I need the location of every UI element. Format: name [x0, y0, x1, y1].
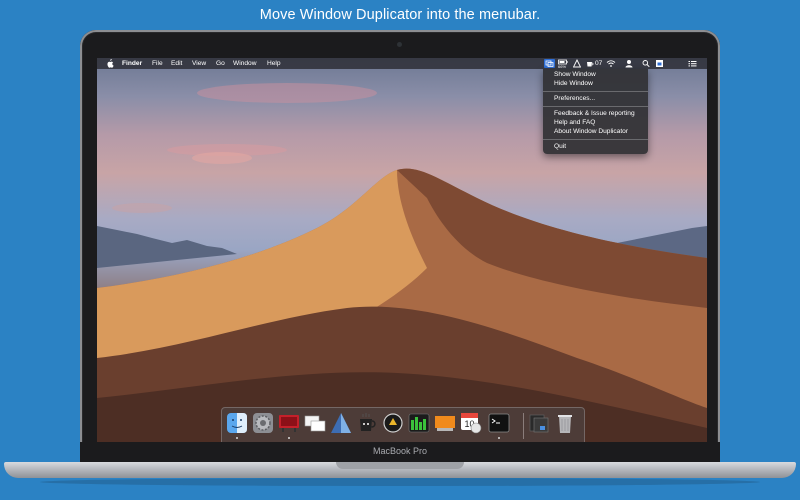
- running-indicator: [498, 437, 500, 439]
- menu-finder[interactable]: Finder: [122, 58, 142, 69]
- wifi-icon[interactable]: [606, 59, 616, 68]
- windows-icon[interactable]: [304, 412, 326, 434]
- menu-go[interactable]: Go: [216, 58, 225, 69]
- system-preferences-icon[interactable]: [252, 412, 274, 434]
- running-indicator: [236, 437, 238, 439]
- desktop-screen: Finder File Edit View Go Window Help 66%…: [97, 58, 707, 442]
- menu-file[interactable]: File: [152, 58, 163, 69]
- arrow-circle-icon[interactable]: [382, 412, 404, 434]
- orange-app-icon[interactable]: [434, 412, 456, 434]
- menu-item-show-window[interactable]: Show Window: [554, 70, 596, 79]
- coffee-icon[interactable]: [356, 412, 378, 434]
- menu-item-hide-window[interactable]: Hide Window: [554, 79, 593, 88]
- menubar: Finder File Edit View Go Window Help 66%…: [97, 58, 707, 69]
- menu-separator: [543, 91, 648, 92]
- window-duplicator-menubar-icon[interactable]: [544, 59, 555, 68]
- laptop-shadow: [40, 478, 760, 486]
- user-icon[interactable]: [625, 59, 633, 68]
- delta-menubar-icon[interactable]: [573, 59, 581, 68]
- search-icon[interactable]: [642, 59, 650, 68]
- window-duplicator-dropdown: Show Window Hide Window Preferences... F…: [543, 69, 648, 154]
- delta-icon[interactable]: [330, 412, 352, 434]
- laptop-base-notch: [336, 462, 464, 469]
- device-label: MacBook Pro: [372, 446, 428, 456]
- running-indicator: [288, 437, 290, 439]
- camera: [397, 42, 402, 47]
- terminal-icon[interactable]: [488, 412, 510, 434]
- menu-window[interactable]: Window: [233, 58, 256, 69]
- coffee-cup-icon[interactable]: [586, 59, 594, 68]
- notification-center-icon[interactable]: [688, 59, 697, 68]
- trash-icon[interactable]: [554, 412, 576, 434]
- dock-separator: [523, 413, 524, 439]
- menu-item-help-faq[interactable]: Help and FAQ: [554, 118, 595, 127]
- window-menubar-icon[interactable]: [655, 59, 664, 68]
- window-stack-icon[interactable]: [528, 412, 550, 434]
- menu-edit[interactable]: Edit: [171, 58, 182, 69]
- menu-item-preferences[interactable]: Preferences...: [554, 94, 595, 103]
- menu-item-about[interactable]: About Window Duplicator: [554, 127, 628, 136]
- menu-help[interactable]: Help: [267, 58, 281, 69]
- menu-item-feedback[interactable]: Feedback & Issue reporting: [554, 109, 635, 118]
- app-red-icon[interactable]: [278, 412, 300, 434]
- menu-view[interactable]: View: [192, 58, 206, 69]
- headline: Move Window Duplicator into the menubar.: [259, 7, 541, 23]
- calendar-icon[interactable]: 10: [460, 412, 482, 434]
- menu-item-quit[interactable]: Quit: [554, 142, 566, 151]
- menu-separator: [543, 139, 648, 140]
- menu-separator: [543, 106, 648, 107]
- finder-icon[interactable]: [226, 412, 248, 434]
- activity-monitor-icon[interactable]: [408, 412, 430, 434]
- dock: 10: [221, 407, 585, 442]
- apple-icon[interactable]: [106, 59, 114, 68]
- menubar-extra-value: 07: [595, 60, 603, 67]
